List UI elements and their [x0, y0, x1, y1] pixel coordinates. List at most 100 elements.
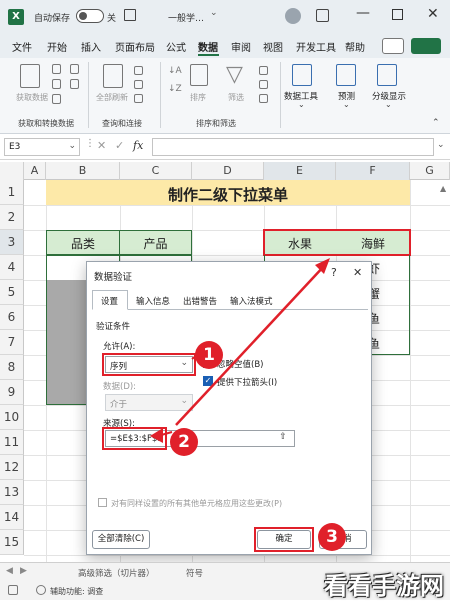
sort-icon[interactable]	[190, 64, 208, 86]
menu-view[interactable]: 视图	[263, 39, 283, 54]
refresh-all-label[interactable]: 全部刷新	[96, 92, 128, 103]
menu-page-layout[interactable]: 页面布局	[115, 39, 155, 54]
row-header[interactable]: 10	[0, 405, 24, 430]
tab-input-message[interactable]: 输入信息	[136, 295, 170, 307]
autosave-toggle[interactable]	[76, 9, 104, 23]
column-header-a[interactable]: A	[24, 162, 46, 180]
row-header[interactable]: 8	[0, 355, 24, 380]
refresh-all-icon[interactable]	[103, 64, 123, 88]
data-tools-chevron-icon[interactable]: ⌄	[298, 100, 305, 109]
get-data-label[interactable]: 获取数据	[16, 92, 48, 103]
existing-connections-icon[interactable]	[70, 79, 79, 89]
advanced-filter-icon[interactable]	[259, 94, 268, 103]
accessibility-icon[interactable]	[36, 585, 46, 595]
sort-za-icon[interactable]: ↓Z	[168, 84, 182, 94]
menu-developer[interactable]: 开发工具	[296, 39, 336, 54]
restore-icon[interactable]	[392, 9, 403, 20]
confirm-entry-icon[interactable]: ✓	[115, 139, 124, 152]
get-data-icon[interactable]	[20, 64, 40, 88]
from-table-icon[interactable]	[52, 94, 61, 104]
name-box-chevron-icon[interactable]: ⌄	[68, 141, 76, 151]
filename-chevron-icon[interactable]: ⌄	[210, 8, 218, 18]
row-header[interactable]: 7	[0, 330, 24, 355]
menu-insert[interactable]: 插入	[81, 39, 101, 54]
row-header[interactable]: 4	[0, 255, 24, 280]
data-tools-icon[interactable]	[292, 64, 312, 86]
vertical-scroll-up-icon[interactable]: ▲	[440, 184, 446, 193]
name-box[interactable]: E3 ⌄	[4, 138, 80, 156]
properties-icon[interactable]	[134, 80, 143, 89]
filter-icon[interactable]: ▽	[226, 62, 243, 87]
outline-chevron-icon[interactable]: ⌄	[385, 100, 392, 109]
row-header[interactable]: 5	[0, 280, 24, 305]
allow-label: 允许(A):	[103, 342, 136, 352]
formula-input[interactable]	[152, 138, 434, 156]
sort-az-icon[interactable]: ↓A	[168, 66, 182, 76]
sheet-tab-symbols[interactable]: 符号	[186, 567, 203, 579]
apply-all-label: 对有同样设置的所有其他单元格应用这些更改(P)	[111, 499, 283, 508]
menu-help[interactable]: 帮助	[345, 39, 365, 54]
prev-sheet-icon[interactable]: ◀	[6, 566, 13, 576]
column-header-c[interactable]: C	[120, 162, 192, 180]
pen-icon[interactable]	[316, 9, 329, 22]
clear-all-button[interactable]: 全部清除(C)	[92, 530, 150, 549]
fx-icon[interactable]: fx	[133, 139, 143, 152]
from-text-icon[interactable]	[52, 64, 61, 74]
queries-icon[interactable]	[134, 66, 143, 75]
sort-label[interactable]: 排序	[190, 92, 206, 103]
row-header[interactable]: 12	[0, 455, 24, 480]
row-header[interactable]: 11	[0, 430, 24, 455]
menu-home[interactable]: 开始	[47, 39, 67, 54]
edit-links-icon[interactable]	[134, 94, 143, 103]
minimize-icon[interactable]: —	[356, 5, 370, 21]
row-header[interactable]: 1	[0, 180, 24, 205]
dialog-close-icon[interactable]: ✕	[353, 266, 362, 279]
source-highlight	[102, 427, 167, 450]
tab-error-alert[interactable]: 出错警告	[183, 295, 217, 307]
close-icon[interactable]: ✕	[427, 6, 439, 22]
more-icon[interactable]: ⋮	[85, 138, 95, 149]
dialog-help-icon[interactable]: ?	[331, 266, 337, 279]
column-header-b[interactable]: B	[46, 162, 120, 180]
menu-file[interactable]: 文件	[12, 39, 32, 54]
collapse-dialog-button[interactable]: ⇧	[276, 432, 290, 445]
row-header[interactable]: 9	[0, 380, 24, 405]
avatar[interactable]	[285, 8, 301, 24]
column-header-e[interactable]: E	[264, 162, 336, 180]
reapply-icon[interactable]	[259, 80, 268, 89]
from-web-icon[interactable]	[52, 79, 61, 89]
menu-data[interactable]: 数据	[198, 39, 218, 54]
column-header-f[interactable]: F	[336, 162, 410, 180]
column-header-d[interactable]: D	[192, 162, 264, 180]
source-range-highlight	[263, 229, 411, 256]
menu-review[interactable]: 审阅	[231, 39, 251, 54]
filter-label[interactable]: 筛选	[228, 92, 244, 103]
clear-filter-icon[interactable]	[259, 66, 268, 75]
dialog-title: 数据验证	[94, 272, 133, 283]
recent-sources-icon[interactable]	[70, 64, 79, 74]
share-button[interactable]	[411, 38, 441, 54]
row-header[interactable]: 6	[0, 305, 24, 330]
sheet-tab-slicer[interactable]: 高级筛选（切片器）	[78, 567, 155, 579]
column-header-g[interactable]: G	[410, 162, 450, 180]
dropdown-arrow-label: 提供下拉箭头(I)	[217, 378, 278, 388]
accessibility-status[interactable]: 辅助功能: 调查	[50, 586, 103, 597]
menu-formulas[interactable]: 公式	[166, 39, 186, 54]
save-icon[interactable]	[124, 9, 136, 21]
select-all-corner[interactable]	[0, 162, 24, 180]
row-header[interactable]: 15	[0, 530, 24, 555]
comments-button[interactable]	[382, 38, 404, 54]
tab-ime-mode[interactable]: 输入法模式	[230, 295, 273, 307]
cancel-entry-icon[interactable]: ✕	[97, 139, 106, 152]
row-header[interactable]: 3	[0, 230, 24, 255]
dropdown-arrow-checkbox[interactable]: ✓	[203, 376, 213, 386]
expand-formula-icon[interactable]: ⌄	[437, 140, 445, 150]
forecast-chevron-icon[interactable]: ⌄	[343, 100, 350, 109]
outline-icon[interactable]	[377, 64, 397, 86]
row-header[interactable]: 13	[0, 480, 24, 505]
row-header[interactable]: 2	[0, 205, 24, 230]
forecast-icon[interactable]	[336, 64, 356, 86]
next-sheet-icon[interactable]: ▶	[20, 566, 27, 576]
collapse-ribbon-icon[interactable]: ⌃	[432, 118, 440, 128]
row-header[interactable]: 14	[0, 505, 24, 530]
